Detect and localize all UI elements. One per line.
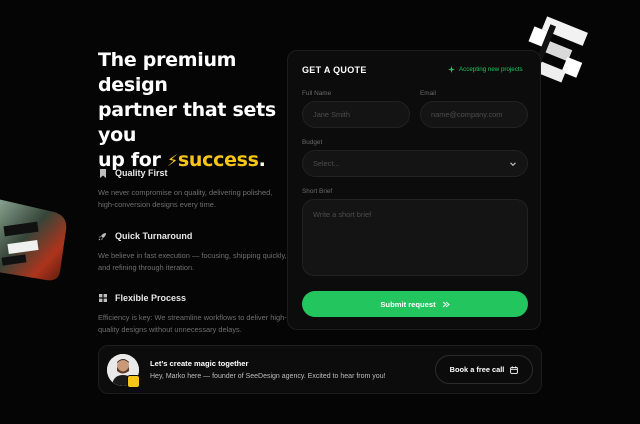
hero-headline: The premium design partner that sets you…	[98, 48, 288, 173]
budget-label: Budget	[302, 139, 323, 146]
hero-line-1: The premium design	[98, 49, 237, 96]
bookmark-icon	[98, 168, 107, 178]
email-input[interactable]: name@company.com	[420, 101, 528, 128]
contact-cta-bar: Let’s create magic together Hey, Marko h…	[98, 345, 542, 394]
grid-icon	[98, 294, 107, 303]
feature-description: Efficiency is key: We streamline workflo…	[98, 313, 287, 334]
budget-select[interactable]: Select...	[302, 150, 528, 177]
sparkle-icon	[448, 66, 455, 73]
book-call-button[interactable]: Book a free call	[435, 355, 533, 384]
budget-placeholder: Select...	[313, 159, 340, 168]
status-badge: Accepting new projects	[448, 66, 523, 73]
submit-request-button[interactable]: Submit request	[302, 291, 528, 317]
form-title: GET A QUOTE	[302, 65, 367, 75]
rocket-icon	[98, 232, 107, 241]
submit-label: Submit request	[380, 299, 436, 309]
feature-flexible-process: Flexible Process Efficiency is key: We s…	[98, 291, 288, 335]
decorative-glass-shape-icon	[0, 199, 67, 281]
feature-title: Quality First	[115, 168, 168, 178]
email-label: Email	[420, 90, 436, 97]
chevron-down-icon	[510, 162, 516, 167]
full-name-input[interactable]: Jane Smith	[302, 101, 410, 128]
hero-line-2: partner that sets you	[98, 99, 276, 146]
brief-placeholder: Write a short brief	[313, 210, 372, 219]
cta-title: Let’s create magic together	[150, 359, 249, 368]
quote-form-card: GET A QUOTE Accepting new projects Full …	[287, 50, 541, 330]
status-text: Accepting new projects	[459, 66, 523, 73]
brief-label: Short Brief	[302, 188, 333, 195]
agency-badge-icon	[127, 375, 140, 388]
send-arrow-icon	[442, 301, 450, 307]
full-name-label: Full Name	[302, 90, 332, 97]
book-call-label: Book a free call	[449, 365, 505, 374]
calendar-icon	[510, 365, 519, 374]
email-placeholder: name@company.com	[431, 110, 503, 119]
feature-title: Flexible Process	[115, 293, 187, 303]
feature-quick-turnaround: Quick Turnaround We believe in fast exec…	[98, 229, 288, 273]
full-name-placeholder: Jane Smith	[313, 110, 350, 119]
feature-title: Quick Turnaround	[115, 231, 193, 241]
brief-textarea[interactable]: Write a short brief	[302, 199, 528, 276]
feature-description: We believe in fast execution — focusing,…	[98, 251, 287, 272]
feature-quality-first: Quality First We never compromise on qua…	[98, 166, 288, 210]
feature-description: We never compromise on quality, deliveri…	[98, 188, 273, 209]
cta-subtitle: Hey, Marko here — founder of SeeDesign a…	[150, 373, 386, 380]
